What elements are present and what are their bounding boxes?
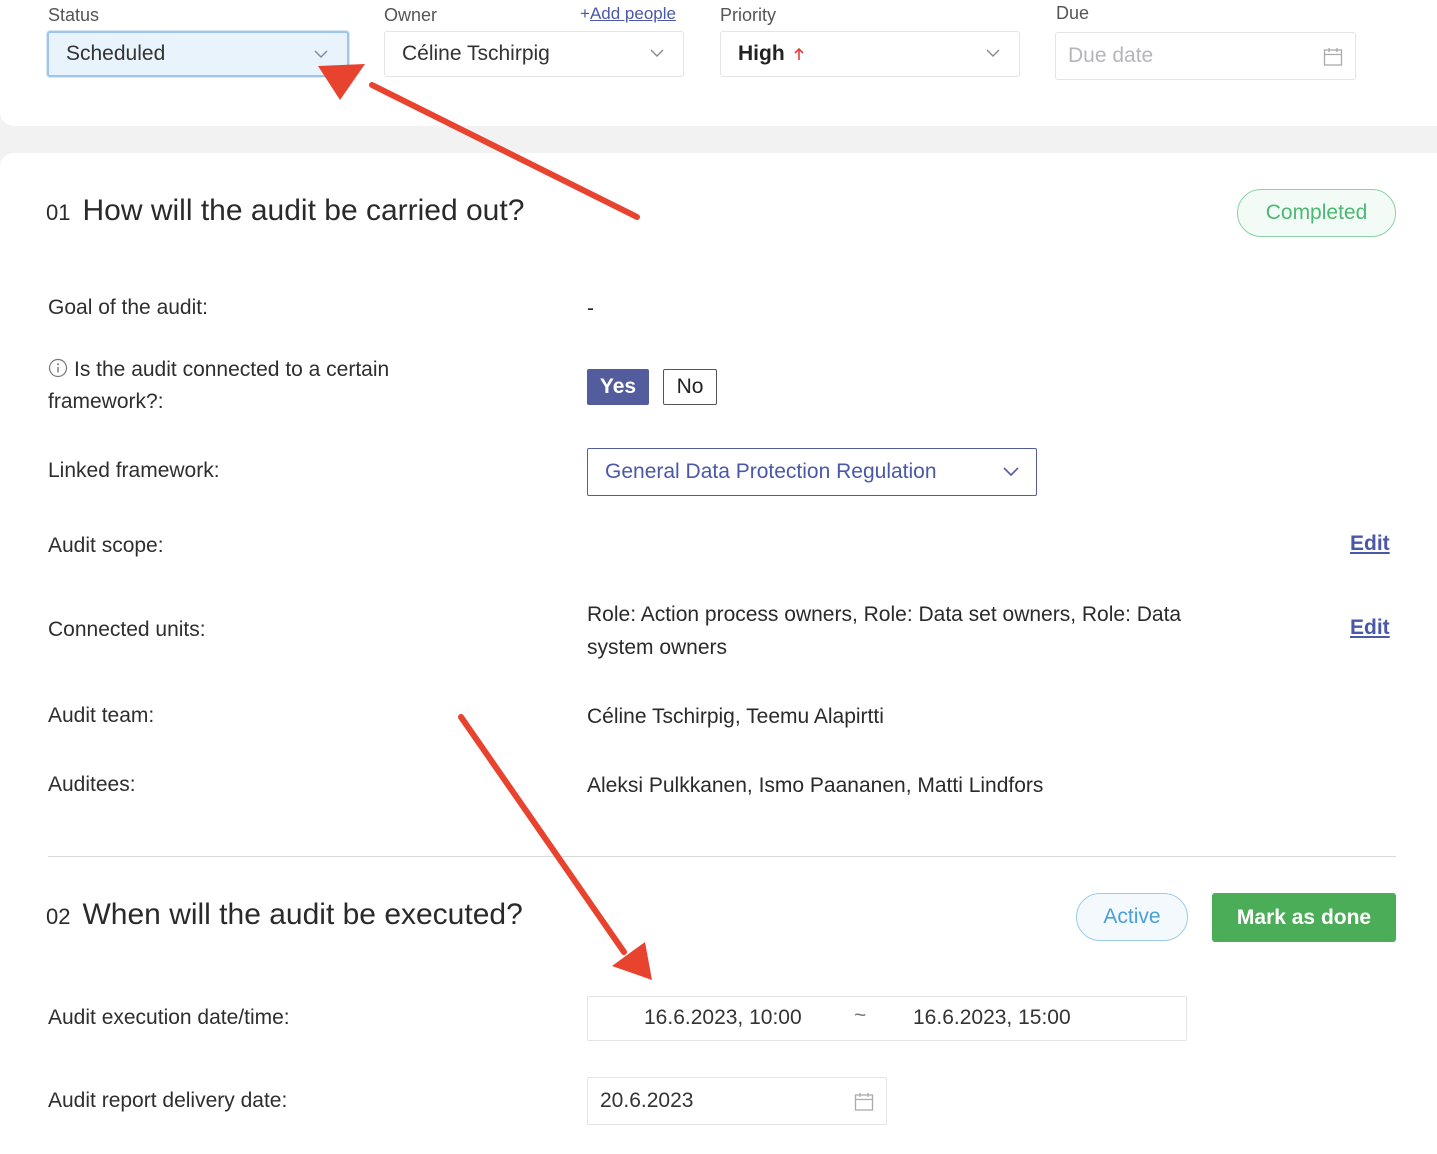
execution-end[interactable]: 16.6.2023, 15:00 xyxy=(913,1006,1071,1030)
auditees-value: Aleksi Pulkkanen, Ismo Paananen, Matti L… xyxy=(587,774,1044,797)
section-1-heading: How will the audit be carried out? xyxy=(82,194,525,227)
status-badge-active: Active xyxy=(1076,893,1188,941)
goal-label: Goal of the audit: xyxy=(48,296,208,319)
section-2-heading: When will the audit be executed? xyxy=(82,898,523,931)
chevron-down-icon xyxy=(650,49,664,57)
team-label: Audit team: xyxy=(48,704,155,727)
status-badge-completed: Completed xyxy=(1237,189,1396,237)
framework-value: General Data Protection Regulation xyxy=(605,460,937,483)
section-1-title: 01 How will the audit be carried out? xyxy=(46,194,524,228)
framework-select[interactable]: General Data Protection Regulation xyxy=(587,448,1037,496)
execution-start[interactable]: 16.6.2023, 10:00 xyxy=(644,1006,802,1030)
chevron-down-icon xyxy=(1003,467,1019,477)
chevron-down-icon xyxy=(314,50,328,58)
owner-select[interactable]: Céline Tschirpig xyxy=(384,31,684,77)
units-label: Connected units: xyxy=(48,618,206,641)
execution-date-range-input[interactable]: 16.6.2023, 10:00 ~ 16.6.2023, 15:00 xyxy=(587,996,1187,1041)
report-label: Audit report delivery date: xyxy=(48,1089,288,1112)
due-date-input[interactable]: Due date xyxy=(1055,32,1356,80)
priority-select[interactable]: High xyxy=(720,31,1020,77)
due-label: Due xyxy=(1056,3,1090,23)
status-label: Status xyxy=(48,5,100,25)
units-value: Role: Action process owners, Role: Data … xyxy=(587,603,1182,659)
scope-label: Audit scope: xyxy=(48,534,164,557)
mark-as-done-button[interactable]: Mark as done xyxy=(1212,893,1396,942)
chevron-down-icon xyxy=(986,49,1000,57)
section-divider xyxy=(48,856,1396,857)
report-date-input[interactable]: 20.6.2023 xyxy=(587,1077,887,1125)
edit-units-link[interactable]: Edit xyxy=(1350,616,1390,640)
section-2-title: 02 When will the audit be executed? xyxy=(46,898,523,932)
status-select[interactable]: Scheduled xyxy=(47,31,349,77)
info-icon[interactable] xyxy=(48,358,68,378)
calendar-icon xyxy=(854,1093,874,1111)
no-toggle-button[interactable]: No xyxy=(663,369,717,405)
section-2-number: 02 xyxy=(46,904,71,929)
connected-label-text: Is the audit connected to a certain fram… xyxy=(48,358,390,413)
owner-value: Céline Tschirpig xyxy=(402,42,550,65)
section-1-number: 01 xyxy=(46,200,71,225)
connected-label: Is the audit connected to a certain fram… xyxy=(48,354,468,418)
priority-label: Priority xyxy=(720,5,777,25)
auditees-label: Auditees: xyxy=(48,773,136,796)
header-card: Status Scheduled Owner +Add people Célin… xyxy=(0,0,1437,126)
range-separator: ~ xyxy=(854,1004,867,1027)
status-value: Scheduled xyxy=(66,42,166,65)
report-date-value: 20.6.2023 xyxy=(600,1089,694,1112)
team-value: Céline Tschirpig, Teemu Alapirtti xyxy=(587,705,884,728)
calendar-icon xyxy=(1323,48,1343,66)
add-people-link[interactable]: +Add people xyxy=(580,4,676,24)
arrow-up-icon xyxy=(794,47,804,60)
edit-scope-link[interactable]: Edit xyxy=(1350,532,1390,556)
owner-label: Owner xyxy=(384,5,438,25)
goal-value: - xyxy=(587,297,594,320)
framework-label: Linked framework: xyxy=(48,459,220,482)
execution-label: Audit execution date/time: xyxy=(48,1006,290,1029)
priority-value: High xyxy=(738,42,785,65)
due-date-placeholder: Due date xyxy=(1068,44,1154,67)
yes-toggle-button[interactable]: Yes xyxy=(587,369,649,405)
